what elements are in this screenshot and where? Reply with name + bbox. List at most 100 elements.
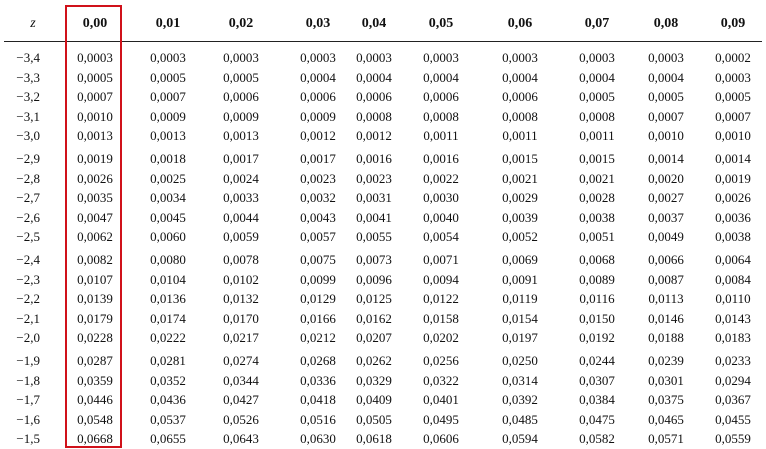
table-cell: 0,0080 xyxy=(150,252,186,267)
table-cell: 0,0618 xyxy=(356,431,392,447)
header-rule xyxy=(4,41,762,42)
table-cell: 0,0096 xyxy=(356,271,392,287)
table-cell: 0,0013 xyxy=(77,128,113,144)
table-cell: 0,0049 xyxy=(648,229,684,245)
table-cell: 0,0004 xyxy=(579,69,615,85)
table-cell: 0,0017 xyxy=(223,151,259,166)
header-col-3: 0,02 xyxy=(228,16,254,31)
table-cell: 0,0019 xyxy=(715,170,751,186)
table-cell: 0,0107 xyxy=(77,271,113,287)
table-cell: 0,0087 xyxy=(648,271,684,287)
table-cell: 0,0119 xyxy=(502,291,538,307)
table-cell: 0,0606 xyxy=(423,431,459,447)
table-cell: 0,0004 xyxy=(648,69,684,85)
table-cell: 0,0021 xyxy=(579,170,615,186)
table-cell: 0,0006 xyxy=(223,89,259,105)
table-cell: 0,0014 xyxy=(715,151,751,166)
table-cell: 0,0071 xyxy=(423,252,459,267)
table-cell: 0,0010 xyxy=(715,128,751,144)
table-cell: 0,0003 xyxy=(502,50,538,65)
table-cell: 0,0021 xyxy=(502,170,538,186)
table-cell: 0,0008 xyxy=(356,108,392,124)
table-cell: 0,0044 xyxy=(223,209,259,225)
z-value: −1,6 xyxy=(16,411,40,427)
table-cell: 0,0054 xyxy=(423,229,459,245)
table-cell: 0,0146 xyxy=(648,310,684,326)
table-cell: 0,0197 xyxy=(502,330,538,346)
table-cell: 0,0037 xyxy=(648,209,684,225)
table-cell: 0,0188 xyxy=(648,330,684,346)
header-z: z xyxy=(30,16,36,31)
table-cell: 0,0008 xyxy=(502,108,538,124)
table-cell: 0,0003 xyxy=(715,69,751,85)
table-cell: 0,0064 xyxy=(715,252,751,267)
table-cell: 0,0023 xyxy=(356,170,392,186)
table-cell: 0,0548 xyxy=(77,411,113,427)
table-cell: 0,0035 xyxy=(77,190,113,206)
table-cell: 0,0005 xyxy=(579,89,615,105)
table-cell: 0,0052 xyxy=(502,229,538,245)
table-cell: 0,0239 xyxy=(648,353,684,368)
table-cell: 0,0002 xyxy=(715,50,751,65)
table-cell: 0,0314 xyxy=(502,372,538,388)
table-cell: 0,0003 xyxy=(423,50,459,65)
table-cell: 0,0018 xyxy=(150,151,186,166)
header-col-6: 0,05 xyxy=(428,16,454,31)
table-cell: 0,0038 xyxy=(579,209,615,225)
table-cell: 0,0409 xyxy=(356,392,392,408)
table-cell: 0,0384 xyxy=(579,392,615,408)
table-cell: 0,0359 xyxy=(77,372,113,388)
table-cell: 0,0392 xyxy=(502,392,538,408)
table-cell: 0,0202 xyxy=(423,330,459,346)
table-cell: 0,0174 xyxy=(150,310,186,326)
table-cell: 0,0526 xyxy=(223,411,259,427)
table-cell: 0,0007 xyxy=(150,89,186,105)
table-cell: 0,0228 xyxy=(77,330,113,346)
table-cell: 0,0010 xyxy=(77,108,113,124)
table-cell: 0,0082 xyxy=(77,252,113,267)
z-value: −2,2 xyxy=(16,291,40,307)
z-value: −3,4 xyxy=(16,50,40,65)
header-col-4: 0,03 xyxy=(305,16,331,31)
table-cell: 0,0016 xyxy=(423,151,459,166)
table-cell: 0,0055 xyxy=(356,229,392,245)
table-cell: 0,0009 xyxy=(150,108,186,124)
table-cell: 0,0281 xyxy=(150,353,186,368)
table-cell: 0,0089 xyxy=(579,271,615,287)
table-cell: 0,0094 xyxy=(423,271,459,287)
table-cell: 0,0005 xyxy=(648,89,684,105)
table-cell: 0,0102 xyxy=(223,271,259,287)
table-cell: 0,0222 xyxy=(150,330,186,346)
table-cell: 0,0401 xyxy=(423,392,459,408)
table-cell: 0,0016 xyxy=(356,151,392,166)
z-value: −2,6 xyxy=(16,209,40,225)
z-value: −2,5 xyxy=(16,229,40,245)
table-cell: 0,0066 xyxy=(648,252,684,267)
table-cell: 0,0571 xyxy=(648,431,684,447)
z-value: −2,7 xyxy=(16,190,40,206)
table-cell: 0,0250 xyxy=(502,353,538,368)
table-cell: 0,0004 xyxy=(423,69,459,85)
table-cell: 0,0022 xyxy=(423,170,459,186)
table-cell: 0,0040 xyxy=(423,209,459,225)
table-cell: 0,0154 xyxy=(502,310,538,326)
table-cell: 0,0643 xyxy=(223,431,259,447)
table-cell: 0,0009 xyxy=(223,108,259,124)
table-cell: 0,0041 xyxy=(356,209,392,225)
table-cell: 0,0256 xyxy=(423,353,459,368)
table-cell: 0,0329 xyxy=(356,372,392,388)
table-cell: 0,0029 xyxy=(502,190,538,206)
table-cell: 0,0582 xyxy=(579,431,615,447)
table-cell: 0,0559 xyxy=(715,431,751,447)
table-cell: 0,0024 xyxy=(223,170,259,186)
header-col-5: 0,04 xyxy=(361,16,387,31)
table-cell: 0,0170 xyxy=(223,310,259,326)
table-cell: 0,0003 xyxy=(150,50,186,65)
table-cell: 0,0005 xyxy=(150,69,186,85)
table-cell: 0,0352 xyxy=(150,372,186,388)
table-cell: 0,0010 xyxy=(648,128,684,144)
z-value: −3,2 xyxy=(16,89,40,105)
table-cell: 0,0007 xyxy=(715,108,751,124)
table-cell: 0,0015 xyxy=(502,151,538,166)
table-cell: 0,0025 xyxy=(150,170,186,186)
